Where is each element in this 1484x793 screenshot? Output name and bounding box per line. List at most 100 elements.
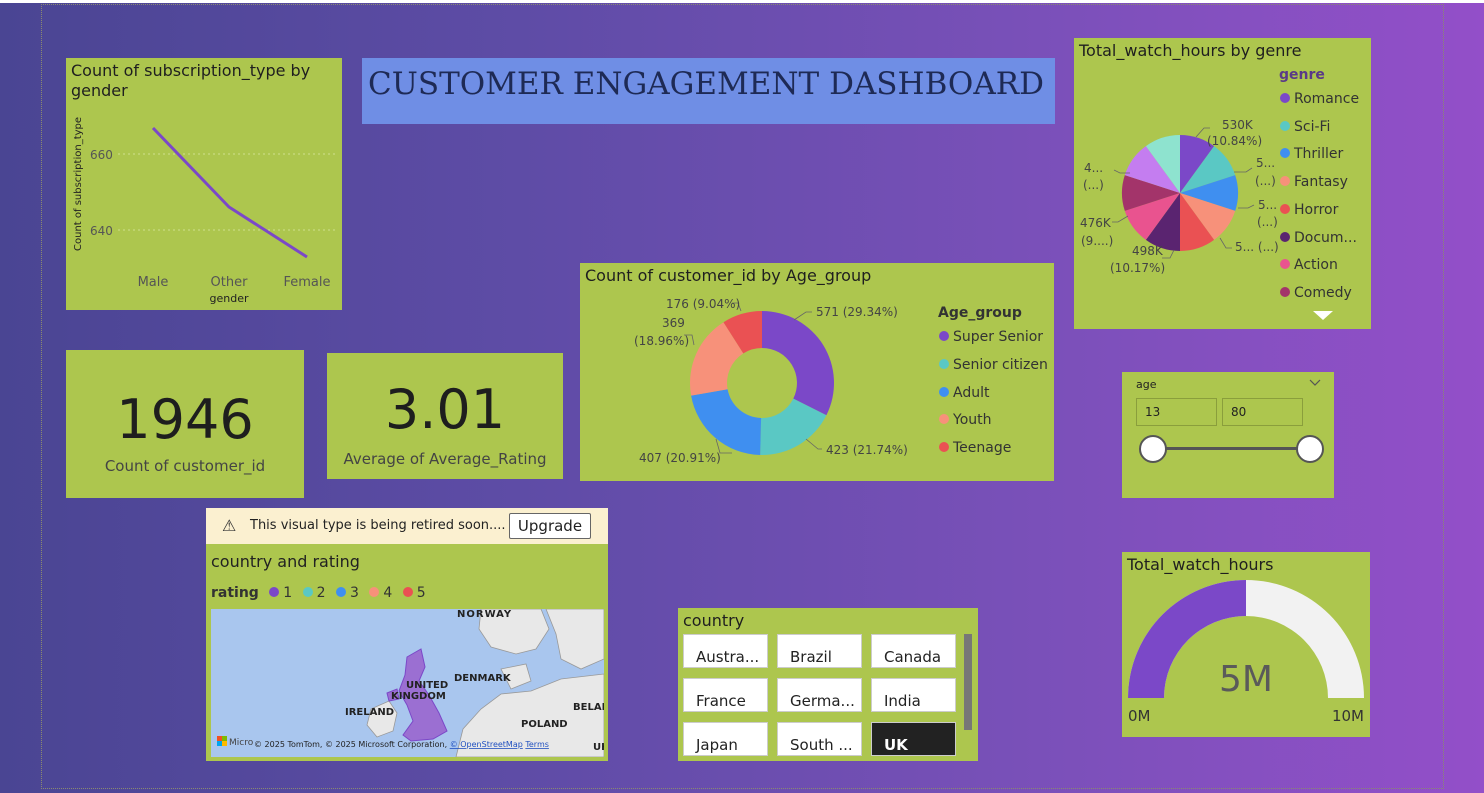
map-legend-1: 1 bbox=[283, 585, 293, 601]
donut-legend-youth[interactable]: Youth bbox=[939, 412, 992, 428]
age-slider-min-handle[interactable] bbox=[1139, 435, 1167, 463]
donut-legend-senior[interactable]: Senior citizen bbox=[939, 357, 1048, 373]
donut-legend-super-senior[interactable]: Super Senior bbox=[939, 329, 1043, 345]
country-option-canada[interactable]: Canada bbox=[871, 634, 956, 668]
age-min-input[interactable]: 13 bbox=[1136, 398, 1217, 426]
donut-slice-super-senior[interactable] bbox=[762, 311, 835, 416]
age-slicer[interactable]: age 13 80 bbox=[1122, 372, 1334, 498]
pie-label-r2-value: 5... bbox=[1258, 198, 1277, 212]
pie-legend-fantasy[interactable]: Fantasy bbox=[1280, 174, 1348, 190]
pie-legend-thriller[interactable]: Thriller bbox=[1280, 146, 1343, 162]
map-legend-2: 2 bbox=[316, 585, 326, 601]
top-edge bbox=[0, 0, 1484, 3]
pie-label-r1-pct: (...) bbox=[1255, 174, 1276, 188]
dashboard-title: CUSTOMER ENGAGEMENT DASHBOARD bbox=[368, 66, 1044, 102]
donut-slice-adult[interactable] bbox=[691, 389, 762, 455]
age-slider-max-handle[interactable] bbox=[1296, 435, 1324, 463]
pie-chart-tile[interactable]: Total_watch_hours by genre 530K (10.84%)… bbox=[1074, 38, 1371, 329]
map-label-uk-edge: UK bbox=[593, 742, 604, 753]
pie-leader-bottom bbox=[1162, 249, 1175, 259]
donut-legend-teenage[interactable]: Teenage bbox=[939, 440, 1011, 456]
pie-leader-l1 bbox=[1112, 215, 1129, 223]
pie-legend-comedy[interactable]: Comedy bbox=[1280, 285, 1352, 301]
pie-label-l1-pct: (9....) bbox=[1081, 234, 1113, 248]
pie-leader-r3 bbox=[1219, 237, 1232, 249]
microsoft-logo-quad bbox=[222, 741, 227, 746]
terms-link[interactable]: Terms bbox=[524, 740, 549, 749]
age-slider-track[interactable] bbox=[1152, 447, 1310, 450]
legend-scroll-down-icon[interactable] bbox=[1313, 311, 1333, 320]
age-max-input[interactable]: 80 bbox=[1222, 398, 1303, 426]
country-option-brazil[interactable]: Brazil bbox=[777, 634, 862, 668]
pie-label-top-value: 530K bbox=[1222, 118, 1254, 132]
label-super-senior: 571 (29.34%) bbox=[816, 305, 898, 319]
osm-link[interactable]: © OpenStreetMap bbox=[450, 740, 523, 749]
map-label-belarus: BELAI bbox=[573, 702, 604, 713]
line-chart-svg: Count of subscription_type 660 640 Male … bbox=[73, 117, 338, 305]
country-option-uk[interactable]: UK bbox=[871, 722, 956, 756]
country-slicer-scrollbar[interactable] bbox=[964, 634, 972, 730]
pie-label-bottom-pct: (10.17%) bbox=[1110, 261, 1165, 275]
kpi-rating-value: 3.01 bbox=[384, 378, 506, 441]
map-label-denmark: DENMARK bbox=[454, 673, 512, 684]
pie-label-l1-value: 476K bbox=[1080, 216, 1112, 230]
map-label-poland: POLAND bbox=[521, 719, 568, 730]
map-attribution-text: © 2025 TomTom, © 2025 Microsoft Corporat… bbox=[254, 740, 450, 749]
map-attribution: © 2025 TomTom, © 2025 Microsoft Corporat… bbox=[254, 740, 549, 749]
pie-legend-title: genre bbox=[1279, 67, 1325, 83]
country-option-australia[interactable]: Austra... bbox=[683, 634, 768, 668]
y-tick-640: 640 bbox=[90, 224, 113, 238]
map-title: country and rating bbox=[211, 552, 360, 571]
label-teenage: 176 (9.04%) bbox=[666, 297, 740, 311]
country-option-france[interactable]: France bbox=[683, 678, 768, 712]
x-tick-female: Female bbox=[283, 275, 330, 290]
donut-chart-tile[interactable]: Count of customer_id by Age_group 571 (2… bbox=[580, 263, 1054, 481]
kpi-count-card[interactable]: 1946 Count of customer_id bbox=[66, 350, 304, 498]
kpi-rating-card[interactable]: 3.01 Average of Average_Rating bbox=[327, 353, 563, 479]
retirement-warning-bar: ⚠ This visual type is being retired soon… bbox=[206, 508, 608, 544]
pie-legend-documentary[interactable]: Docum... bbox=[1280, 230, 1357, 246]
map-label-united: UNITED bbox=[406, 680, 448, 691]
label-youth-pct: (18.96%) bbox=[634, 334, 689, 348]
map-svg: NORWAY DENMARK UNITED KINGDOM IRELAND PO… bbox=[217, 609, 604, 757]
gauge-min-label: 0M bbox=[1128, 707, 1151, 725]
country-option-germany[interactable]: Germa... bbox=[777, 678, 862, 712]
country-option-japan[interactable]: Japan bbox=[683, 722, 768, 756]
pie-leader-r1 bbox=[1234, 167, 1253, 173]
pie-legend-romance[interactable]: Romance bbox=[1280, 91, 1359, 107]
label-senior: 423 (21.74%) bbox=[826, 443, 908, 457]
gauge-tile[interactable]: Total_watch_hours 5M 0M 10M bbox=[1122, 552, 1370, 737]
pie-label-r1-value: 5... bbox=[1256, 156, 1275, 170]
land-scandinavia bbox=[545, 609, 604, 670]
map-tile[interactable]: ⚠ This visual type is being retired soon… bbox=[206, 508, 608, 761]
leader-senior bbox=[805, 438, 822, 450]
map-label-kingdom: KINGDOM bbox=[391, 691, 446, 702]
label-adult: 407 (20.91%) bbox=[639, 451, 721, 465]
map-legend: rating 1 2 3 4 5 bbox=[211, 585, 426, 601]
pie-legend-horror[interactable]: Horror bbox=[1280, 202, 1338, 218]
country-option-india[interactable]: India bbox=[871, 678, 956, 712]
pie-leader-r2 bbox=[1238, 204, 1255, 209]
dashboard-title-banner: CUSTOMER ENGAGEMENT DASHBOARD bbox=[362, 58, 1055, 124]
microsoft-logo-quad bbox=[217, 741, 222, 746]
upgrade-button[interactable]: Upgrade bbox=[509, 513, 591, 539]
country-slicer-title: country bbox=[683, 611, 745, 630]
donut-legend-title: Age_group bbox=[938, 305, 1022, 321]
label-youth-value: 369 bbox=[662, 316, 685, 330]
pie-label-bottom-value: 498K bbox=[1132, 244, 1164, 258]
country-slicer[interactable]: country Austra... Brazil Canada France G… bbox=[678, 608, 978, 761]
pie-label-l2-pct: (...) bbox=[1083, 178, 1104, 192]
map-canvas[interactable]: NORWAY DENMARK UNITED KINGDOM IRELAND PO… bbox=[211, 609, 604, 757]
pie-legend-action[interactable]: Action bbox=[1280, 257, 1338, 273]
donut-legend-adult[interactable]: Adult bbox=[939, 385, 989, 401]
microsoft-logo-quad bbox=[222, 736, 227, 741]
y-tick-660: 660 bbox=[90, 148, 113, 162]
pie-label-top-pct: (10.84%) bbox=[1207, 134, 1262, 148]
line-chart-tile[interactable]: Count of subscription_type by gender Cou… bbox=[66, 58, 342, 310]
map-legend-title: rating bbox=[211, 585, 259, 601]
kpi-count-label: Count of customer_id bbox=[104, 457, 266, 475]
pie-legend-sci-fi[interactable]: Sci-Fi bbox=[1280, 119, 1330, 135]
chevron-down-icon[interactable] bbox=[1309, 379, 1321, 387]
series-line[interactable] bbox=[151, 126, 308, 259]
country-option-south[interactable]: South ... bbox=[777, 722, 862, 756]
